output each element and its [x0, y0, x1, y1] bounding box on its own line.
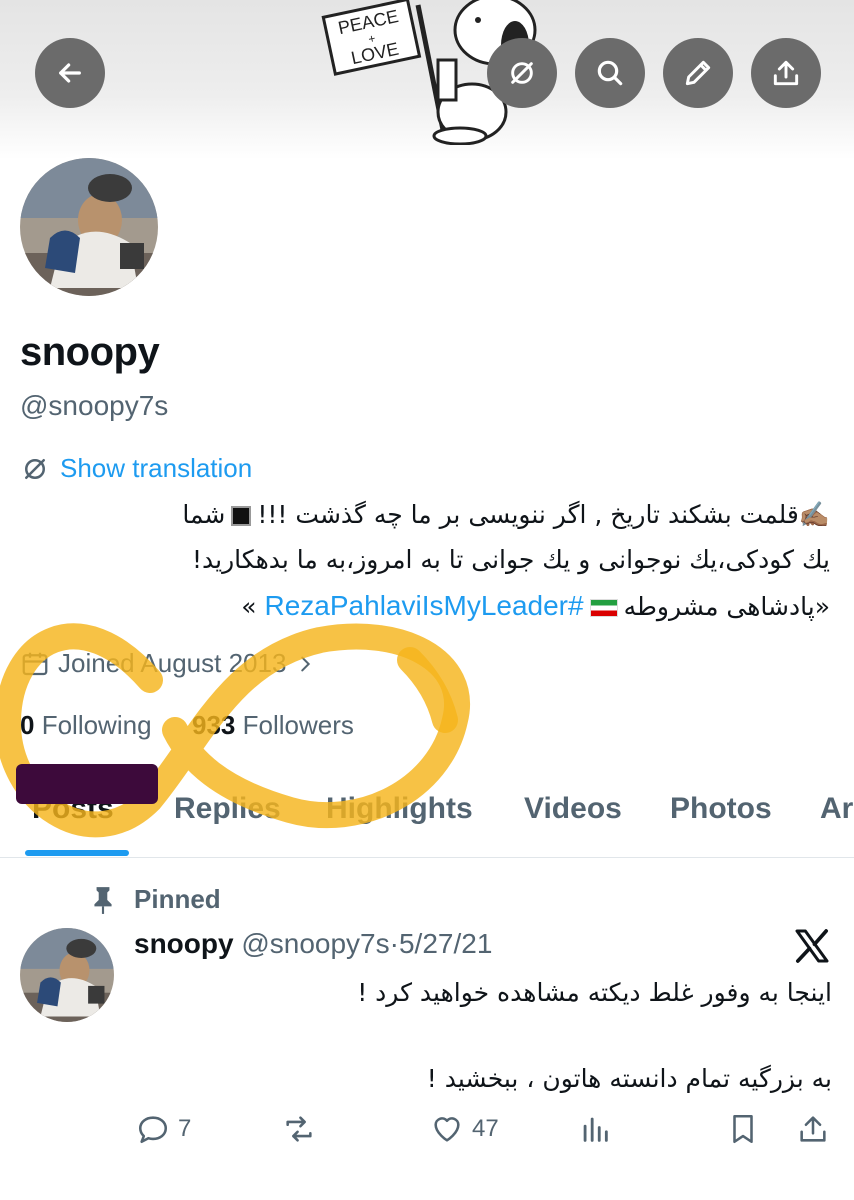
pencil-icon [685, 60, 711, 86]
grok-icon [511, 62, 533, 84]
post-author-handle[interactable]: @snoopy7s [241, 928, 389, 959]
following-count: 0 [20, 710, 35, 740]
bio-line-1-end: شما [182, 500, 226, 529]
reply-count: 7 [178, 1115, 192, 1142]
bookmark-button[interactable] [726, 1112, 760, 1146]
bio-line-3-end: » [241, 592, 257, 621]
search-button[interactable] [575, 38, 645, 108]
share-icon [800, 1116, 826, 1142]
reply-button[interactable]: 7 [136, 1112, 191, 1146]
active-tab-indicator [25, 850, 129, 856]
profile-avatar[interactable] [16, 154, 162, 300]
edit-button[interactable] [663, 38, 733, 108]
tab-replies[interactable]: Replies [174, 792, 281, 826]
joined-date[interactable]: Joined August 2013 [20, 648, 316, 679]
bio-line-2: يك كودكى،يك نوجوانى و يك جوانى تا به امر… [192, 545, 830, 574]
calendar-icon [22, 652, 48, 675]
x-logo-icon [795, 929, 829, 963]
bio-line-1-text: ✍🏽قلمت بشکند تاریخ , اگر ننویسی بر ما چه… [257, 500, 830, 529]
like-button[interactable]: 47 [430, 1112, 499, 1146]
followers-link[interactable]: 933 Followers [192, 710, 354, 741]
repost-button[interactable] [282, 1112, 316, 1146]
profile-handle: @snoopy7s [20, 390, 169, 421]
post-text-line-1: اینجا به وفور غلط دیکته مشاهده خواهید کر… [357, 978, 832, 1007]
grok-button[interactable] [487, 38, 557, 108]
display-name: snoopy [20, 330, 160, 374]
post-share-button[interactable] [796, 1112, 830, 1146]
heart-icon [434, 1117, 460, 1142]
share-icon [773, 60, 799, 86]
translate-icon [25, 458, 45, 479]
reply-icon [138, 1116, 168, 1144]
post-header: snoopy @snoopy7s·5/27/21 [134, 928, 492, 960]
share-button[interactable] [751, 38, 821, 108]
bio-line-1: ✍🏽قلمت بشکند تاریخ , اگر ننویسی بر ما چه… [182, 500, 830, 530]
avatar-photo [20, 158, 158, 296]
hashtag-link[interactable]: #RezaPahlaviIsMyLeader [265, 590, 584, 621]
like-count: 47 [472, 1115, 499, 1142]
post-avatar-photo [20, 928, 114, 1022]
pinned-label: Pinned [134, 884, 221, 914]
post-author-avatar[interactable] [20, 928, 114, 1022]
post-date[interactable]: 5/27/21 [399, 928, 492, 959]
orange-marker-tail [397, 647, 458, 733]
profile-tabs: Posts Replies Highlights Videos Photos A… [0, 780, 854, 858]
post-author-name[interactable]: snoopy [134, 928, 234, 959]
views-button[interactable] [578, 1112, 612, 1146]
following-label: Following [41, 710, 152, 740]
tab-videos[interactable]: Videos [524, 792, 622, 826]
iran-flag-emoji [589, 599, 618, 617]
pinned-indicator: Pinned [90, 884, 221, 915]
repost-icon [286, 1116, 312, 1142]
back-button[interactable] [35, 38, 105, 108]
bookmark-icon [733, 1114, 753, 1144]
pin-icon [94, 886, 112, 914]
chevron-right-icon [301, 656, 311, 671]
tab-posts[interactable]: Posts [32, 792, 114, 826]
followers-count: 933 [192, 710, 236, 740]
show-translation-label: Show translation [60, 453, 253, 483]
tab-photos[interactable]: Photos [670, 792, 772, 826]
bio-line-3: «پادشاهی مشروطه #RezaPahlaviIsMyLeader » [241, 590, 830, 622]
following-link[interactable]: 0 Following [20, 710, 152, 741]
followers-label: Followers [242, 710, 354, 740]
black-square-emoji [231, 506, 252, 526]
post-separator: · [389, 928, 399, 959]
bio-line-3-text: «پادشاهی مشروطه [623, 592, 830, 621]
arrow-left-icon [59, 63, 81, 83]
views-icon [583, 1117, 608, 1142]
post-text-line-2: به بزرگیه تمام دانسته هاتون ، ببخشید ! [426, 1064, 832, 1093]
tab-highlights[interactable]: Highlights [326, 792, 473, 826]
search-icon [597, 60, 623, 86]
tab-articles[interactable]: Ar [820, 792, 853, 826]
joined-label: Joined August 2013 [58, 648, 287, 678]
show-translation-link[interactable]: Show translation [20, 453, 252, 484]
